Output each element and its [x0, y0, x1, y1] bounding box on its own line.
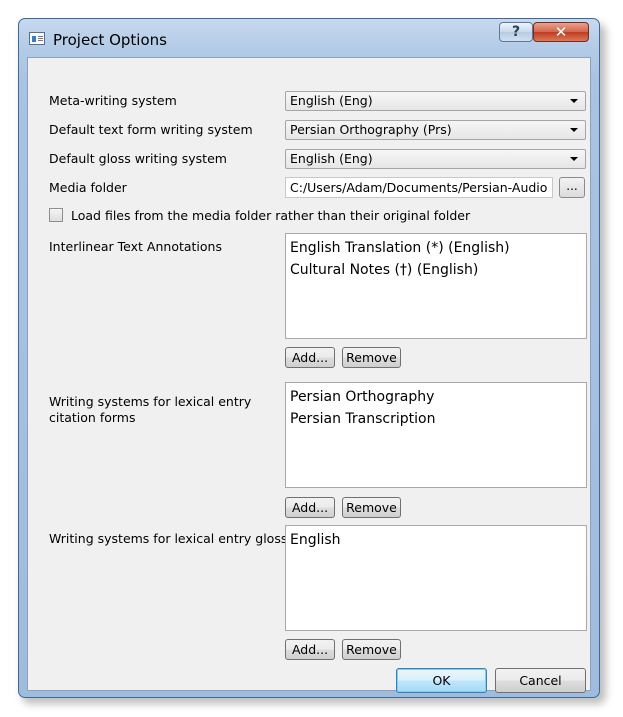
app-window-icon [29, 32, 45, 45]
close-button[interactable]: ✕ [533, 22, 589, 42]
interlinear-add-button[interactable]: Add... [285, 347, 335, 368]
list-item[interactable]: English [290, 529, 582, 551]
media-folder-input[interactable]: C:/Users/Adam/Documents/Persian-Audio [285, 177, 553, 198]
list-item[interactable]: Persian Orthography [290, 386, 582, 408]
browse-media-folder-button[interactable]: ... [559, 177, 585, 198]
default-text-form-ws-label: Default text form writing system [49, 122, 253, 137]
default-gloss-ws-label: Default gloss writing system [49, 151, 227, 166]
cancel-button[interactable]: Cancel [495, 668, 586, 693]
list-item[interactable]: English Translation (*) (English) [290, 237, 582, 259]
interlinear-remove-button[interactable]: Remove [342, 347, 401, 368]
citation-forms-remove-button[interactable]: Remove [342, 497, 401, 518]
load-files-checkbox-label: Load files from the media folder rather … [71, 208, 471, 223]
meta-writing-system-value: English (Eng) [290, 93, 373, 108]
glosses-list[interactable]: English [285, 525, 587, 631]
citation-forms-label: Writing systems for lexical entry citati… [49, 394, 252, 425]
title-bar: Project Options ? ✕ [19, 19, 599, 57]
citation-forms-list[interactable]: Persian Orthography Persian Transcriptio… [285, 382, 587, 488]
citation-forms-add-button[interactable]: Add... [285, 497, 335, 518]
default-text-form-ws-select[interactable]: Persian Orthography (Prs) [285, 120, 586, 140]
list-item[interactable]: Persian Transcription [290, 408, 582, 430]
glosses-label: Writing systems for lexical entry glosse… [49, 531, 302, 546]
ok-button[interactable]: OK [396, 668, 487, 693]
default-text-form-ws-value: Persian Orthography (Prs) [290, 122, 452, 137]
interlinear-annotations-list[interactable]: English Translation (*) (English) Cultur… [285, 233, 587, 339]
dropdown-arrow-icon [570, 157, 578, 161]
dropdown-arrow-icon [570, 99, 578, 103]
interlinear-annotations-label: Interlinear Text Annotations [49, 239, 222, 254]
list-item[interactable]: Cultural Notes (†) (English) [290, 259, 582, 281]
media-folder-label: Media folder [49, 180, 127, 195]
project-options-dialog: Project Options ? ✕ Meta-writing system … [18, 18, 600, 698]
default-gloss-ws-select[interactable]: English (Eng) [285, 149, 586, 169]
meta-writing-system-label: Meta-writing system [49, 93, 177, 108]
help-button[interactable]: ? [499, 22, 533, 42]
dialog-body: Meta-writing system English (Eng) Defaul… [27, 57, 591, 693]
dropdown-arrow-icon [570, 128, 578, 132]
default-gloss-ws-value: English (Eng) [290, 151, 373, 166]
glosses-add-button[interactable]: Add... [285, 639, 335, 660]
meta-writing-system-select[interactable]: English (Eng) [285, 91, 586, 111]
load-files-checkbox[interactable] [49, 208, 63, 222]
glosses-remove-button[interactable]: Remove [342, 639, 401, 660]
window-title: Project Options [53, 31, 167, 49]
